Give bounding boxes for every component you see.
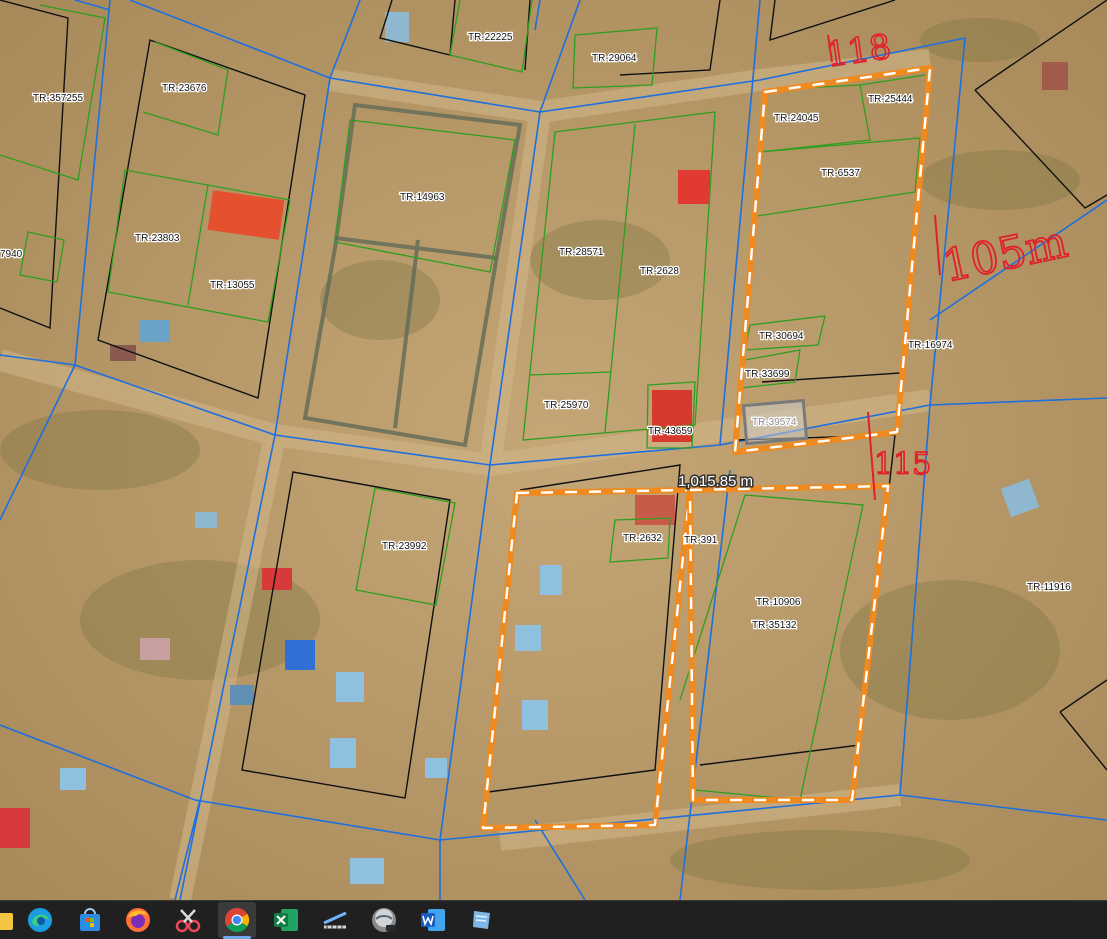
parcel-label: TR-39574 <box>752 417 797 428</box>
parcel-label: TR-2632 <box>623 533 662 544</box>
parcel-label: TR-25444 <box>868 94 913 105</box>
parcel-label: TR-6537 <box>821 168 860 179</box>
firefox-icon[interactable] <box>124 906 152 934</box>
parcel-label: TR-24045 <box>774 113 819 124</box>
parcel-label: TR-30694 <box>759 331 804 342</box>
map-canvas[interactable]: TR-357255 TR-23676 TR-22225 TR-29064 TR-… <box>0 0 1107 900</box>
arcgis-pro-icon[interactable] <box>370 906 398 934</box>
edge-browser-icon[interactable] <box>26 906 54 934</box>
parcel-label: TR-33699 <box>745 369 790 380</box>
parcel-label: TR-14963 <box>400 192 445 203</box>
parcel-label: TR-23803 <box>135 233 180 244</box>
snipping-tool-icon[interactable] <box>174 906 202 934</box>
parcel-label: TR-35132 <box>752 620 797 631</box>
parcel-label: TR-29064 <box>592 53 637 64</box>
word-icon[interactable] <box>419 906 447 934</box>
parcel-label: TR-16974 <box>908 340 953 351</box>
microsoft-store-icon[interactable] <box>76 906 104 934</box>
parcel-label: TR-357255 <box>33 93 83 104</box>
parcel-label: 7940 <box>0 249 23 260</box>
measurement-label: 1,015.85 m <box>678 473 753 490</box>
parcel-label: TR-23676 <box>162 83 207 94</box>
parcel-label: TR-391 <box>684 535 718 546</box>
parcel-label: TR-10906 <box>756 597 801 608</box>
parcel-label: TR-11916 <box>1027 582 1071 593</box>
parcel-label: TR-2628 <box>640 266 679 277</box>
map-view[interactable]: TR-357255 TR-23676 TR-22225 TR-29064 TR-… <box>0 0 1107 900</box>
handwritten-note-bottom: 115 <box>874 447 931 482</box>
file-explorer-icon[interactable] <box>0 906 14 934</box>
parcel-label: TR-23992 <box>382 541 427 552</box>
measure-tool-icon[interactable] <box>321 906 349 934</box>
parcel-label: TR-28571 <box>559 247 604 258</box>
windows-taskbar <box>0 900 1107 939</box>
parcel-label: TR-13055 <box>210 280 255 291</box>
parcel-label: TR-25970 <box>544 400 589 411</box>
chrome-icon[interactable] <box>223 906 251 939</box>
notes-app-icon[interactable] <box>468 906 496 934</box>
parcel-label: TR-22225 <box>468 32 513 43</box>
excel-icon[interactable] <box>272 906 300 934</box>
parcel-label: TR-43659 <box>648 426 693 437</box>
